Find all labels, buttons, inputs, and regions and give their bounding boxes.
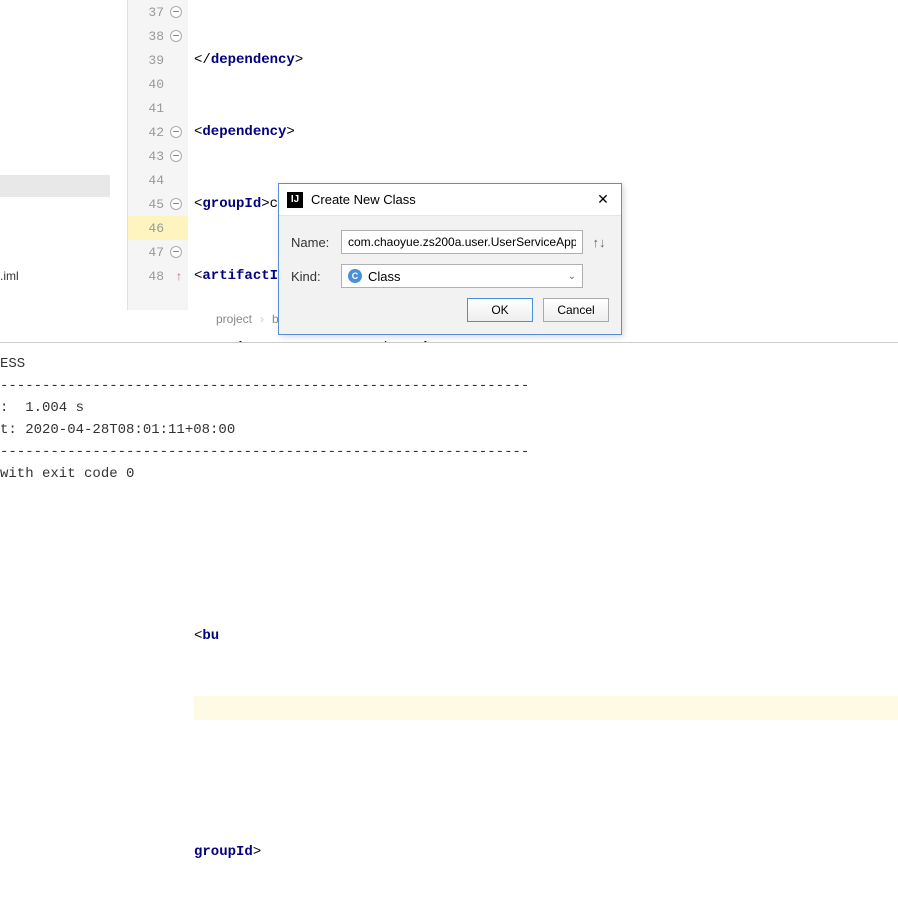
fold-mark-icon[interactable] — [170, 198, 182, 210]
app-icon: IJ — [287, 192, 303, 208]
line-number: 44 — [134, 173, 164, 188]
updown-icon[interactable]: ↑↓ — [589, 235, 609, 250]
line-number: 43 — [134, 149, 164, 164]
line-number: 40 — [134, 77, 164, 92]
close-icon[interactable]: ✕ — [593, 190, 613, 210]
kind-label: Kind: — [291, 269, 341, 284]
fold-mark-icon[interactable] — [170, 246, 182, 258]
kind-select[interactable]: C Class ⌄ — [341, 264, 583, 288]
line-number: 38 — [134, 29, 164, 44]
console-line: ----------------------------------------… — [0, 441, 898, 463]
class-icon: C — [348, 269, 362, 283]
console-line: : 1.004 s — [0, 397, 898, 419]
dialog-titlebar[interactable]: IJ Create New Class ✕ — [279, 184, 621, 216]
name-label: Name: — [291, 235, 341, 250]
cancel-button[interactable]: Cancel — [543, 298, 609, 322]
project-panel: .iml — [0, 0, 128, 310]
fold-mark-icon[interactable] — [170, 150, 182, 162]
console-line: with exit code 0 — [0, 463, 898, 485]
line-number: 39 — [134, 53, 164, 68]
breadcrumb-item[interactable]: project — [216, 312, 252, 326]
create-class-dialog: IJ Create New Class ✕ Name: ↑↓ Kind: C C… — [278, 183, 622, 335]
gutter: 37 38 39 40 41 42 43 44 45 46 47 48 ↑ — [128, 0, 188, 310]
console-line: ESS — [0, 353, 898, 375]
fold-mark-icon[interactable] — [170, 126, 182, 138]
name-input[interactable] — [341, 230, 583, 254]
line-number: 47 — [134, 245, 164, 260]
chevron-down-icon: ⌄ — [568, 271, 576, 282]
line-number: 42 — [134, 125, 164, 140]
dialog-title: Create New Class — [311, 192, 593, 207]
up-arrow-icon: ↑ — [176, 269, 182, 283]
kind-value: Class — [368, 269, 401, 284]
fold-mark-icon[interactable] — [170, 30, 182, 42]
dialog-body: Name: ↑↓ Kind: C Class ⌄ ↑↓ OK Cancel — [279, 216, 621, 334]
line-number: 48 — [134, 269, 164, 284]
line-number: 41 — [134, 101, 164, 116]
line-number: 37 — [134, 5, 164, 20]
console-output[interactable]: ESS ------------------------------------… — [0, 342, 898, 540]
console-line: ----------------------------------------… — [0, 375, 898, 397]
line-number: 46 — [134, 221, 164, 236]
fold-mark-icon[interactable] — [170, 6, 182, 18]
ok-button[interactable]: OK — [467, 298, 533, 322]
line-number: 45 — [134, 197, 164, 212]
console-line: t: 2020-04-28T08:01:11+08:00 — [0, 419, 898, 441]
panel-selection — [0, 175, 110, 197]
file-name-fragment: .iml — [0, 269, 19, 283]
chevron-right-icon: › — [260, 312, 264, 326]
